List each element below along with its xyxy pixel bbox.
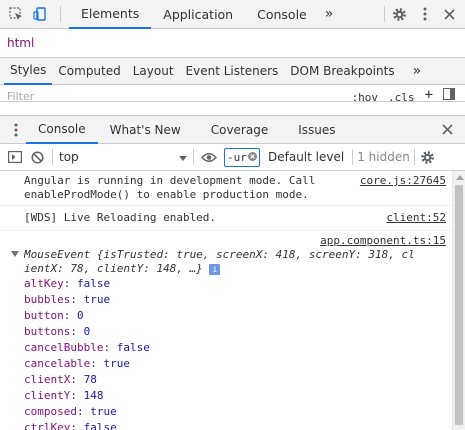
- context-select[interactable]: top: [53, 144, 193, 171]
- property-row: cancelable: true: [24, 357, 130, 370]
- property-key: cancelBubble: [24, 341, 104, 354]
- tab-computed[interactable]: Computed: [52, 58, 126, 85]
- drawer-tab-console[interactable]: Console: [26, 115, 98, 144]
- inspect-element-icon[interactable]: [4, 0, 28, 29]
- kebab-menu-icon[interactable]: [413, 0, 437, 29]
- property-value: true: [103, 357, 130, 370]
- property-row: bubbles: true: [24, 293, 111, 306]
- clear-console-icon[interactable]: [26, 143, 48, 172]
- log-levels-dropdown[interactable]: Default level: [260, 150, 352, 164]
- property-key: button: [24, 309, 64, 322]
- console-message-source-link[interactable]: core.js:27645: [359, 174, 446, 188]
- object-preview-line-1: MouseEvent {isTrusted: true, screenX: 41…: [24, 248, 415, 261]
- property-key: altKey: [24, 277, 64, 290]
- info-icon[interactable]: i: [209, 263, 221, 275]
- device-toolbar-icon[interactable]: [28, 0, 52, 29]
- property-value: 78: [83, 373, 97, 386]
- close-icon[interactable]: [437, 0, 461, 29]
- property-row: clientY: 148: [24, 389, 104, 402]
- property-key: clientY: [24, 389, 71, 402]
- tab-styles[interactable]: Styles: [4, 58, 53, 85]
- styles-filter-input[interactable]: Filter: [0, 90, 352, 102]
- expand-triangle-icon[interactable]: [11, 251, 19, 257]
- property-row: clientX: 78: [24, 373, 97, 386]
- object-properties: altKey: false bubbles: true button: 0 bu…: [0, 276, 446, 430]
- console-object-log: app.component.ts:15 MouseEvent {isTruste…: [0, 231, 452, 430]
- property-row: button: 0: [24, 309, 84, 322]
- property-value: false: [83, 421, 117, 430]
- tab-layout[interactable]: Layout: [127, 58, 180, 85]
- breadcrumb: html: [0, 29, 465, 58]
- object-preview-line-2: ientX: 78, clientY: 148, …}: [24, 262, 203, 275]
- property-row: buttons: 0: [24, 325, 91, 338]
- console-message-text: [WDS] Live Reloading enabled.: [24, 211, 217, 224]
- console-settings-gear-icon[interactable]: [415, 143, 441, 172]
- drawer-tab-whats-new[interactable]: What's New: [98, 115, 193, 144]
- more-tabs-button[interactable]: »: [319, 0, 340, 29]
- sidebar-toggle-icon[interactable]: [4, 143, 26, 172]
- console-message-source-link[interactable]: app.component.ts:15: [24, 234, 446, 248]
- class-toggle[interactable]: .cls: [388, 91, 415, 102]
- property-value: true: [83, 293, 111, 306]
- property-key: cancelable: [24, 357, 91, 370]
- drawer-tab-issues[interactable]: Issues: [286, 115, 347, 144]
- property-value: false: [116, 341, 150, 354]
- chevron-down-icon: [179, 150, 187, 164]
- tab-application[interactable]: Application: [151, 0, 245, 29]
- console-filter-input[interactable]: -url: [224, 147, 260, 167]
- console-message-source-link[interactable]: client:52: [386, 211, 446, 225]
- clear-filter-icon[interactable]: [248, 151, 257, 164]
- property-row: altKey: false: [24, 277, 111, 290]
- scroll-up-arrow-icon[interactable]: [456, 175, 464, 180]
- sidebar-toggle-icon[interactable]: [443, 88, 455, 101]
- console-filter-value: -url: [227, 150, 247, 164]
- tab-dom-breakpoints[interactable]: DOM Breakpoints: [284, 58, 400, 85]
- console-message: [WDS] Live Reloading enabled. client:52: [0, 206, 452, 231]
- hover-state-toggle[interactable]: :hov: [352, 91, 379, 102]
- more-styles-tabs-button[interactable]: »: [407, 58, 428, 85]
- tab-console[interactable]: Console: [245, 0, 319, 29]
- property-key: buttons: [24, 325, 71, 338]
- property-row: cancelBubble: false: [24, 341, 150, 354]
- property-value: 0: [77, 309, 84, 322]
- console-messages: Angular is running in development mode. …: [0, 171, 452, 430]
- console-toolbar: top -url Default level 1 hidden: [0, 144, 465, 171]
- property-value: 0: [83, 325, 91, 338]
- property-key: composed: [24, 405, 77, 418]
- property-row: composed: true: [24, 405, 117, 418]
- scrollbar-thumb[interactable]: [455, 185, 463, 425]
- tab-elements[interactable]: Elements: [69, 0, 152, 29]
- property-value: 148: [83, 389, 104, 402]
- styles-filter-row: Filter :hov .cls +: [0, 85, 465, 102]
- live-expression-eye-icon[interactable]: [194, 143, 224, 172]
- tab-event-listeners[interactable]: Event Listeners: [180, 58, 285, 85]
- styles-pane-tabs: Styles Computed Layout Event Listeners D…: [0, 58, 465, 85]
- console-message: Angular is running in development mode. …: [0, 171, 452, 206]
- property-key: bubbles: [24, 293, 71, 306]
- property-key: ctrlKey: [24, 421, 71, 430]
- context-select-value: top: [59, 150, 79, 164]
- new-rule-button[interactable]: +: [425, 87, 433, 101]
- property-row: ctrlKey: false: [0, 420, 446, 430]
- console-scrollbar[interactable]: [452, 171, 465, 430]
- drawer-header: Console What's New Coverage Issues: [0, 115, 465, 144]
- hidden-messages-count: 1 hidden: [357, 150, 410, 164]
- settings-gear-icon[interactable]: [385, 0, 413, 29]
- devtools-main-toolbar: Elements Application Console »: [0, 0, 465, 29]
- drawer-close-icon[interactable]: [435, 115, 459, 144]
- property-key: clientX: [24, 373, 71, 386]
- drawer-tab-coverage[interactable]: Coverage: [199, 115, 281, 144]
- property-value: true: [90, 405, 117, 418]
- breadcrumb-html[interactable]: html: [7, 36, 34, 50]
- property-value: false: [77, 277, 111, 290]
- drawer-menu-icon[interactable]: [6, 115, 26, 144]
- object-preview-header[interactable]: MouseEvent {isTrusted: true, screenX: 41…: [11, 248, 446, 276]
- toolbar-divider: [60, 6, 61, 22]
